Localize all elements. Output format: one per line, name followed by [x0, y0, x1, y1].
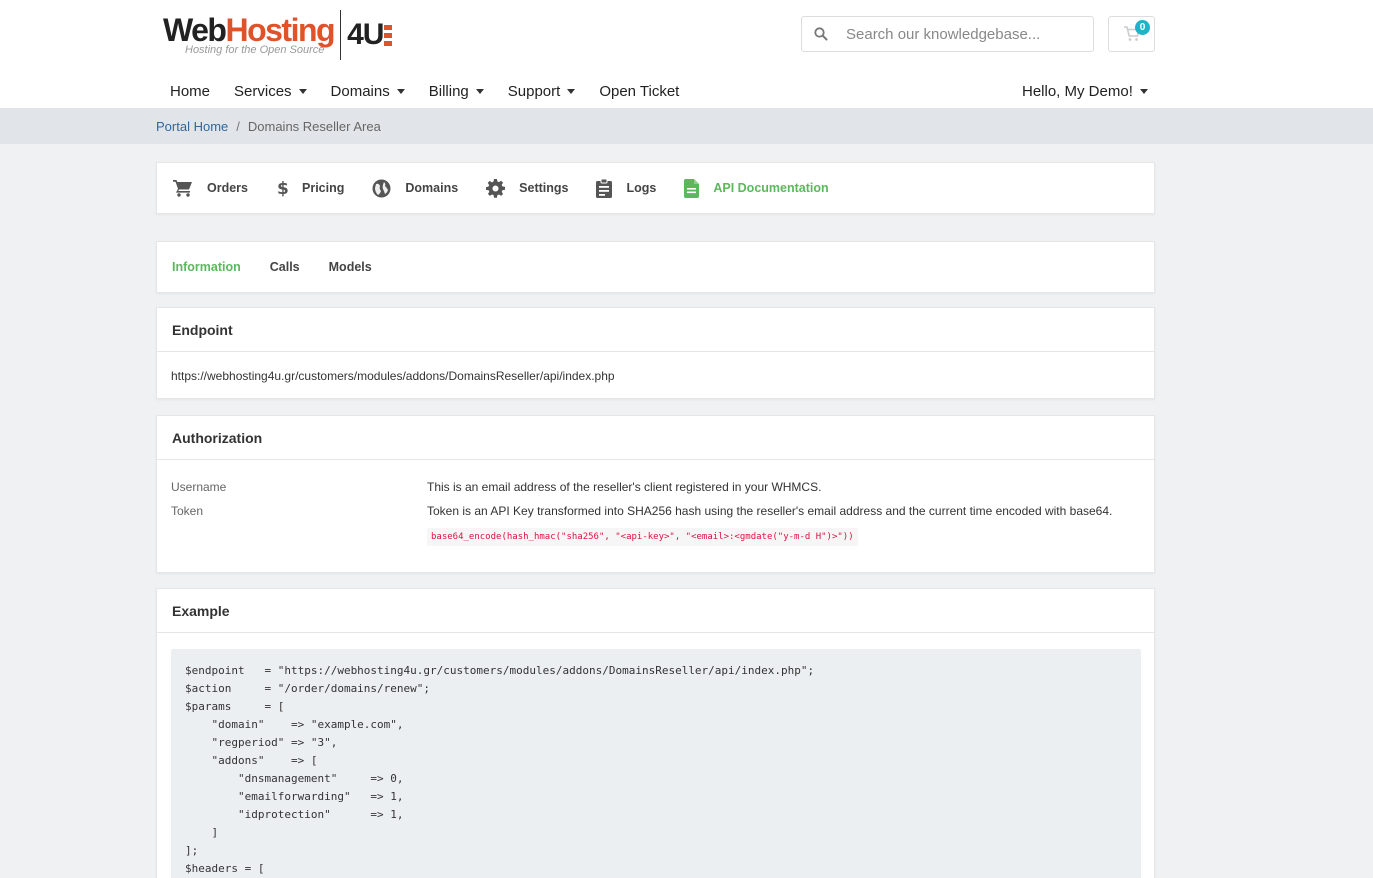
breadcrumb: Portal Home / Domains Reseller Area [0, 108, 1373, 144]
logo-4u-text: 4U [347, 18, 384, 51]
endpoint-url: https://webhosting4u.gr/customers/module… [171, 369, 615, 383]
nav-services[interactable]: Services [222, 83, 319, 100]
logo-web: Web [163, 12, 227, 48]
logo-bars-icon [384, 24, 393, 46]
logo-main-text: WebHosting [163, 12, 336, 48]
chevron-down-icon [475, 88, 484, 94]
logo-4u: 4U [347, 18, 393, 52]
authorization-card: Authorization Username This is an email … [156, 415, 1155, 573]
nav-support-label: Support [507, 82, 561, 100]
search-input[interactable] [846, 25, 1086, 43]
endpoint-card: Endpoint https://webhosting4u.gr/custome… [156, 307, 1155, 399]
document-icon [684, 178, 700, 198]
doc-tabs: Information Calls Models [156, 241, 1155, 293]
chevron-down-icon [1139, 88, 1148, 94]
globe-icon [372, 179, 391, 197]
auth-username-desc: This is an email address of the reseller… [427, 480, 822, 494]
reseller-nav-logs[interactable]: Logs [596, 178, 657, 198]
auth-token-row: Token Token is an API Key transformed in… [157, 504, 1154, 546]
endpoint-title: Endpoint [157, 308, 1154, 352]
auth-token-label: Token [171, 504, 204, 518]
auth-token-code: base64_encode(hash_hmac("sha256", "<api-… [427, 528, 858, 546]
chevron-down-icon [567, 88, 576, 94]
auth-token-value: Token is an API Key transformed into SHA… [427, 504, 1112, 546]
nav-home[interactable]: Home [158, 83, 222, 100]
main-nav: Home Services Domains Billing Support Op… [158, 78, 691, 104]
nav-open-ticket[interactable]: Open Ticket [587, 83, 691, 100]
example-code-block: $endpoint = "https://webhosting4u.gr/cus… [171, 649, 1141, 878]
breadcrumb-separator: / [236, 118, 240, 134]
nav-domains[interactable]: Domains [319, 83, 417, 100]
dollar-icon: $ [277, 179, 288, 197]
user-greeting: Hello, My Demo! [1022, 82, 1133, 100]
reseller-nav-api-documentation[interactable]: API Documentation [684, 178, 829, 198]
example-card: Example $endpoint = "https://webhosting4… [156, 588, 1155, 878]
reseller-nav-settings[interactable]: Settings [486, 178, 569, 198]
reseller-nav-domains-label: Domains [405, 181, 459, 195]
cart-button[interactable]: 0 [1108, 16, 1155, 52]
cart-count-badge: 0 [1135, 20, 1150, 35]
logo-wordmark: WebHosting Hosting for the Open Source [163, 12, 336, 56]
example-title: Example [157, 589, 1154, 633]
nav-open-ticket-label: Open Ticket [599, 82, 680, 100]
reseller-nav-logs-label: Logs [626, 181, 657, 195]
tab-information[interactable]: Information [172, 260, 241, 274]
svg-text:$: $ [277, 179, 288, 197]
logo-hosting: Hosting [225, 12, 335, 48]
knowledgebase-search[interactable] [801, 16, 1094, 52]
reseller-nav-orders-label: Orders [207, 181, 248, 195]
reseller-nav-domains[interactable]: Domains [372, 179, 458, 198]
tab-calls[interactable]: Calls [270, 260, 300, 274]
reseller-nav-settings-label: Settings [519, 181, 569, 195]
chevron-down-icon [396, 88, 405, 94]
breadcrumb-portal-home[interactable]: Portal Home [156, 119, 228, 134]
reseller-nav-pricing-label: Pricing [302, 181, 345, 195]
breadcrumb-current: Domains Reseller Area [247, 118, 381, 134]
user-menu[interactable]: Hello, My Demo! [1022, 78, 1148, 104]
auth-username-row: Username This is an email address of the… [157, 480, 1154, 494]
cart-icon [173, 180, 192, 197]
reseller-nav-api-documentation-label: API Documentation [713, 181, 829, 195]
nav-home-label: Home [170, 82, 211, 100]
search-icon[interactable] [802, 27, 840, 41]
reseller-nav-pricing[interactable]: $ Pricing [276, 179, 344, 197]
nav-support[interactable]: Support [496, 83, 588, 100]
reseller-nav-orders[interactable]: Orders [173, 179, 248, 197]
chevron-down-icon [298, 88, 307, 94]
nav-services-label: Services [234, 82, 292, 100]
nav-domains-label: Domains [330, 82, 390, 100]
site-logo[interactable]: WebHosting Hosting for the Open Source 4… [163, 10, 393, 60]
tab-models[interactable]: Models [329, 260, 372, 274]
nav-billing-label: Billing [428, 82, 469, 100]
logo-divider [340, 10, 342, 60]
site-header: WebHosting Hosting for the Open Source 4… [0, 0, 1373, 108]
logo-tagline: Hosting for the Open Source [185, 44, 325, 56]
reseller-nav: Orders $ Pricing Domains Settings Logs A… [156, 162, 1155, 214]
clipboard-icon [596, 178, 613, 198]
nav-billing[interactable]: Billing [417, 83, 496, 100]
authorization-title: Authorization [157, 416, 1154, 460]
auth-token-desc: Token is an API Key transformed into SHA… [427, 504, 1113, 518]
auth-username-label: Username [171, 480, 227, 494]
gear-icon [486, 178, 506, 198]
